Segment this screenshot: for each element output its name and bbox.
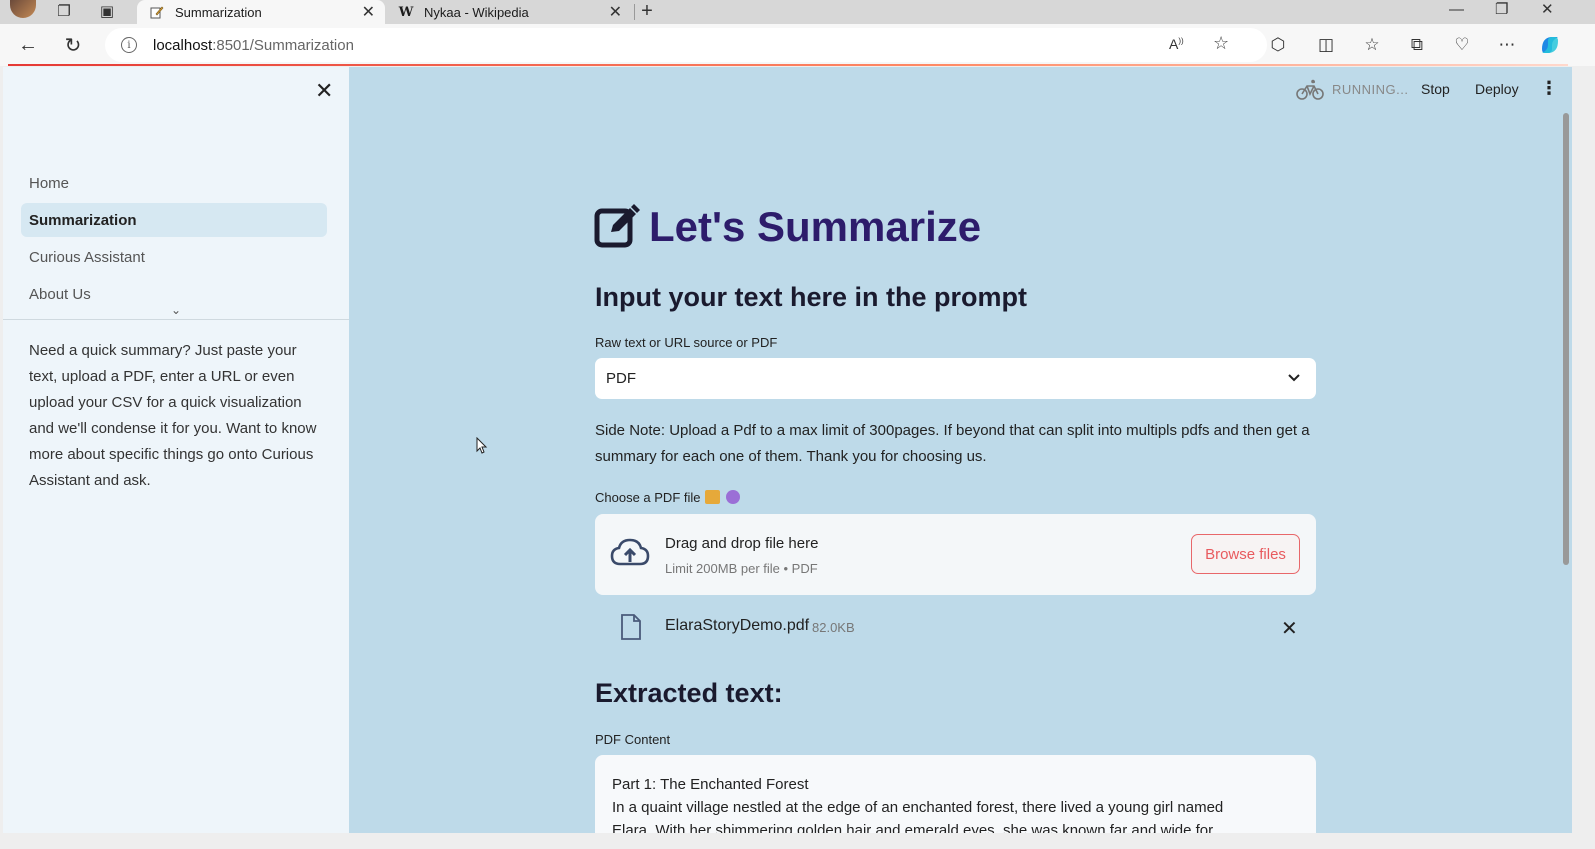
dropzone-limit: Limit 200MB per file • PDF: [665, 561, 818, 576]
close-tab-icon[interactable]: ✕: [609, 2, 622, 22]
deploy-button[interactable]: Deploy: [1475, 81, 1519, 97]
uploaded-file-size: 82.0KB: [812, 620, 855, 635]
tab-title: Summarization: [175, 4, 262, 20]
browser-window: ❐ ▣ Summarization ✕ W Nykaa - Wikipedia …: [0, 0, 1595, 849]
page-subtitle: Input your text here in the prompt: [595, 282, 1028, 312]
sidebar-item-curious-assistant[interactable]: Curious Assistant: [21, 240, 327, 274]
tab-separator: [634, 4, 635, 20]
tab-summarization[interactable]: Summarization ✕: [137, 0, 385, 24]
uploaded-file-name: ElaraStoryDemo.pdf: [665, 617, 810, 634]
new-tab-icon[interactable]: +: [638, 0, 656, 22]
cloud-upload-icon: [610, 536, 650, 572]
favorites-icon[interactable]: ☆: [1359, 33, 1385, 57]
choose-pdf-label: Choose a PDF file: [595, 490, 740, 505]
site-info-icon[interactable]: i: [121, 37, 137, 53]
address-toolbar: ← ↻ i localhost:8501/Summarization A)) ☆…: [0, 24, 1595, 66]
address-bar[interactable]: i localhost:8501/Summarization A)) ☆: [105, 28, 1267, 62]
vertical-tabs-icon[interactable]: ▣: [97, 0, 117, 22]
sidebar: ✕ Home Summarization Curious Assistant A…: [3, 67, 349, 833]
browser-essentials-icon[interactable]: ♡: [1449, 33, 1475, 57]
content-line: Elara. With her shimmering golden hair a…: [612, 822, 1214, 833]
page-load-progress: [8, 64, 1568, 66]
folder-emoji-icon: [704, 490, 720, 504]
source-select-value: PDF: [606, 370, 636, 387]
restore-icon[interactable]: ❐: [1495, 0, 1508, 18]
extracted-text-heading: Extracted text:: [595, 678, 783, 708]
more-options-icon[interactable]: ⋯: [1494, 33, 1520, 57]
sidebar-item-summarization[interactable]: Summarization: [21, 203, 327, 237]
crystal-ball-emoji-icon: [725, 490, 740, 504]
side-note: Side Note: Upload a Pdf to a max limit o…: [595, 422, 1310, 465]
window-edge: [1572, 67, 1595, 849]
edit-square-icon: [594, 203, 640, 249]
file-icon: [620, 614, 642, 640]
profile-avatar[interactable]: [10, 0, 36, 18]
tab-title: Nykaa - Wikipedia: [424, 4, 529, 20]
source-select-label: Raw text or URL source or PDF: [595, 335, 778, 350]
pdf-content-textarea[interactable]: Part 1: The Enchanted Forest In a quaint…: [595, 755, 1316, 833]
sidebar-item-home[interactable]: Home: [21, 166, 327, 200]
close-window-icon[interactable]: ✕: [1541, 0, 1554, 18]
back-icon[interactable]: ←: [15, 33, 41, 57]
copilot-icon[interactable]: [1537, 33, 1563, 57]
window-edge-bottom: [0, 833, 1595, 849]
running-bike-icon: [1296, 79, 1324, 107]
tab-nykaa-wikipedia[interactable]: W Nykaa - Wikipedia ✕: [390, 0, 632, 24]
file-uploader-dropzone[interactable]: Drag and drop file here Limit 200MB per …: [595, 514, 1316, 595]
content-line: In a quaint village nestled at the edge …: [612, 799, 1224, 816]
mouse-cursor-icon: [476, 436, 488, 455]
running-status: RUNNING...: [1332, 82, 1409, 97]
pdf-content-label: PDF Content: [595, 732, 671, 747]
browse-files-button[interactable]: Browse files: [1191, 534, 1300, 574]
close-sidebar-icon[interactable]: ✕: [315, 78, 333, 104]
reload-icon[interactable]: ↻: [60, 33, 86, 57]
page-title: Let's Summarize: [649, 203, 982, 250]
content-line: Part 1: The Enchanted Forest: [612, 776, 809, 793]
read-aloud-icon[interactable]: A)): [1169, 36, 1184, 52]
scrollbar-thumb[interactable]: [1563, 113, 1569, 565]
dropzone-title: Drag and drop file here: [665, 535, 819, 552]
url-text[interactable]: localhost:8501/Summarization: [153, 37, 354, 54]
source-select[interactable]: PDF: [595, 358, 1316, 399]
expand-nav-chevron-icon[interactable]: ⌄: [171, 303, 181, 317]
main-menu-icon[interactable]: ⋮: [1540, 78, 1558, 99]
tab-strip: ❐ ▣ Summarization ✕ W Nykaa - Wikipedia …: [0, 0, 1595, 24]
stop-button[interactable]: Stop: [1421, 81, 1450, 97]
minimize-icon[interactable]: —: [1449, 0, 1464, 18]
chevron-down-icon: [1286, 369, 1302, 385]
extensions-icon[interactable]: ⬡: [1265, 33, 1291, 57]
sidebar-description: Need a quick summary? Just paste your te…: [29, 342, 317, 489]
collections-icon[interactable]: ⧉: [1404, 33, 1430, 57]
workspaces-icon[interactable]: ❐: [54, 0, 74, 22]
sidebar-divider: [3, 319, 349, 320]
remove-file-icon[interactable]: ✕: [1281, 616, 1298, 641]
close-tab-icon[interactable]: ✕: [362, 2, 375, 22]
favorite-star-icon[interactable]: ☆: [1213, 33, 1229, 54]
wikipedia-icon: W: [398, 4, 414, 20]
pencil-icon: [149, 4, 165, 20]
split-screen-icon[interactable]: ◫: [1313, 33, 1339, 57]
